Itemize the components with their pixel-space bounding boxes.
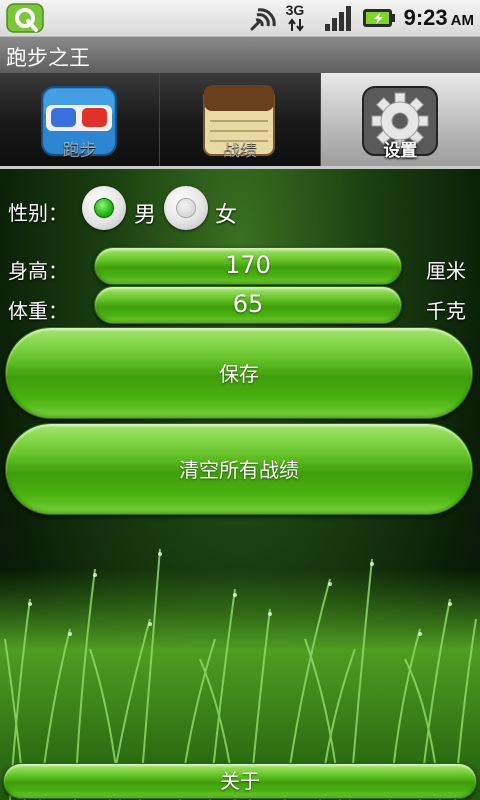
gender-male-radio[interactable] xyxy=(82,186,126,230)
about-button[interactable]: 关于 xyxy=(3,763,477,799)
height-input[interactable]: 170 xyxy=(94,247,402,285)
app-notification-icon xyxy=(6,3,44,33)
weight-input[interactable]: 65 xyxy=(94,286,402,324)
app-title: 跑步之王 xyxy=(6,46,90,70)
tab-settings-label: 设置 xyxy=(383,141,418,161)
gender-label: 性别： xyxy=(8,201,68,225)
tab-run[interactable]: 跑步 xyxy=(0,73,161,167)
status-bar: 3G 9:23 AM xyxy=(0,0,480,37)
tab-run-label: 跑步 xyxy=(62,141,97,161)
signal-icon xyxy=(324,6,351,31)
clock-time: 9:23 xyxy=(403,5,448,30)
tab-bar: 跑步 战绩 设置 xyxy=(0,73,480,167)
save-button[interactable]: 保存 xyxy=(5,327,473,419)
settings-panel: 性别： 男 女 身高： 170 厘米 体重： 65 千克 保存 清空所有战绩 关… xyxy=(0,169,480,800)
tab-settings[interactable]: 设置 xyxy=(320,73,480,167)
weight-label: 体重： xyxy=(8,299,68,323)
gender-female-label[interactable]: 女 xyxy=(215,197,237,229)
grass-background xyxy=(0,548,480,800)
tab-records-label: 战绩 xyxy=(222,141,257,161)
weight-unit: 千克 xyxy=(426,299,466,323)
data-arrows-icon xyxy=(287,18,304,32)
battery-charging-icon xyxy=(362,9,395,27)
radio-indicator xyxy=(94,198,114,218)
clock: 9:23 AM xyxy=(404,5,474,31)
clear-records-button[interactable]: 清空所有战绩 xyxy=(5,423,473,515)
gender-female-radio[interactable] xyxy=(164,186,208,230)
radio-indicator xyxy=(176,198,196,218)
title-bar: 跑步之王 xyxy=(0,37,480,74)
3g-data-icon: 3G xyxy=(286,2,316,33)
wifi-icon xyxy=(250,8,276,31)
height-label: 身高： xyxy=(8,259,68,283)
height-unit: 厘米 xyxy=(426,259,466,283)
tab-records[interactable]: 战绩 xyxy=(160,73,321,167)
gender-male-label[interactable]: 男 xyxy=(134,197,156,229)
clock-ampm: AM xyxy=(450,12,474,29)
